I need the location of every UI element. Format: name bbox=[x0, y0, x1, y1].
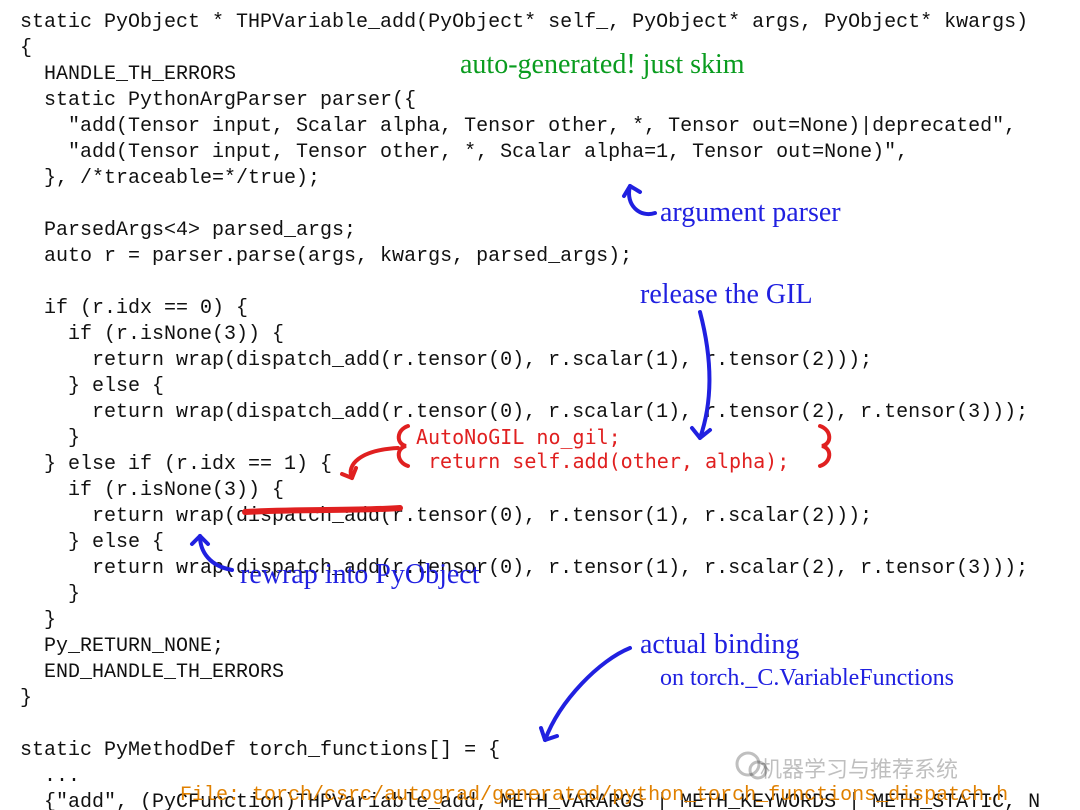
note-release-gil: release the GIL bbox=[640, 280, 813, 311]
note-auto-generated: auto-generated! just skim bbox=[460, 50, 745, 81]
red-code-line2: return self.add(other, alpha); bbox=[428, 449, 789, 473]
note-actual-binding-l1: actual binding bbox=[640, 630, 799, 661]
page: static PyObject * THPVariable_add(PyObje… bbox=[0, 0, 1080, 810]
note-rewrap: rewrap into PyObject bbox=[240, 560, 480, 591]
red-code-line1: AutoNoGIL no_gil; bbox=[416, 425, 621, 449]
note-actual-binding-l2: on torch._C.VariableFunctions bbox=[660, 665, 954, 691]
note-argument-parser: argument parser bbox=[660, 198, 841, 229]
file-path-label: File: torch/csrc/autograd/generated/pyth… bbox=[180, 785, 1008, 807]
watermark-text: 机器学习与推荐系统 bbox=[760, 752, 958, 784]
